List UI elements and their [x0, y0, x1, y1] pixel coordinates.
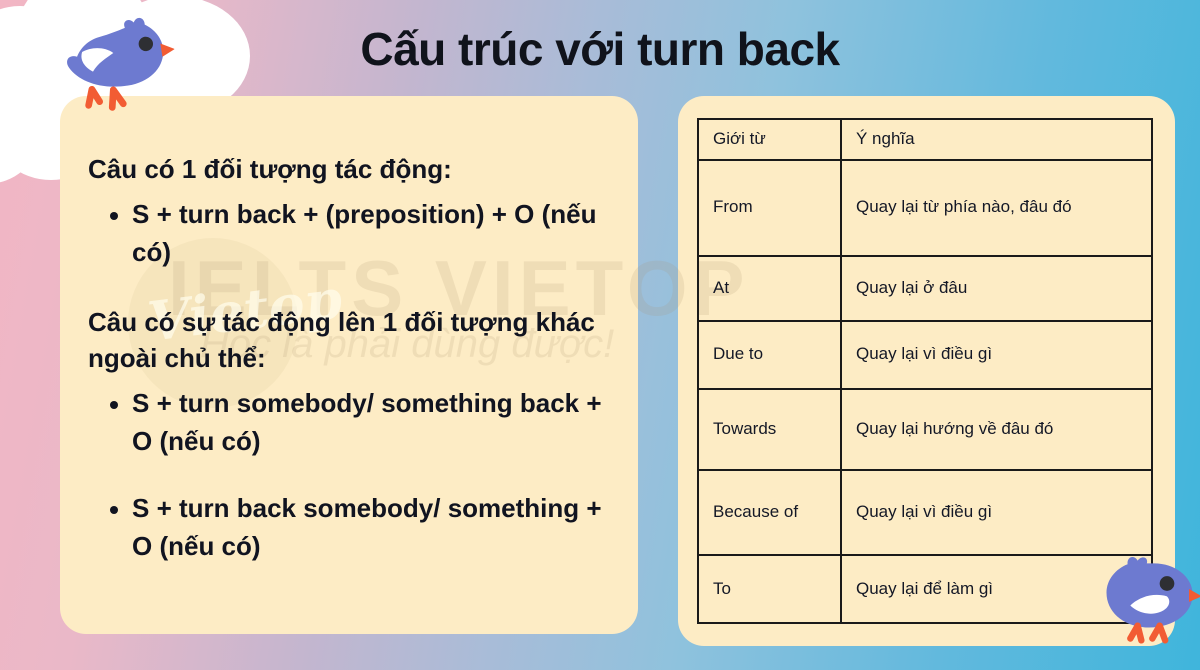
cell-meaning: Quay lại vì điều gì: [840, 320, 1153, 390]
list-item: S + turn somebody/ something back + O (n…: [88, 385, 618, 460]
slide-canvas: Cấu trúc với turn back IELTS VIETOP Học …: [0, 0, 1200, 670]
structures-content: Câu có 1 đối tượng tác động: S + turn ba…: [88, 152, 618, 566]
table-row: To Quay lại để làm gì: [697, 554, 1153, 624]
cell-preposition: Towards: [697, 387, 842, 472]
column-header-preposition: Giới từ: [697, 118, 842, 161]
section-two-heading: Câu có sự tác động lên 1 đối tượng khác …: [88, 307, 595, 374]
section-two-bullets: S + turn somebody/ something back + O (n…: [88, 385, 618, 566]
table-row: At Quay lại ở đâu: [697, 254, 1153, 323]
table-header-row: Giới từ Ý nghĩa: [697, 118, 1153, 161]
prepositions-table: Giới từ Ý nghĩa From Quay lại từ phía nà…: [697, 118, 1153, 624]
list-item: S + turn back somebody/ something + O (n…: [88, 490, 618, 565]
cell-preposition: To: [697, 554, 842, 624]
cell-meaning: Quay lại hướng về đâu đó: [840, 387, 1153, 472]
section-one-heading: Câu có 1 đối tượng tác động:: [88, 154, 452, 184]
cell-preposition: Due to: [697, 320, 842, 390]
section-one: Câu có 1 đối tượng tác động: S + turn ba…: [88, 152, 618, 271]
section-one-bullets: S + turn back + (preposition) + O (nếu c…: [88, 196, 618, 271]
table-row: Because of Quay lại vì điều gì: [697, 469, 1153, 557]
cell-meaning: Quay lại vì điều gì: [840, 469, 1153, 557]
cell-preposition: At: [697, 254, 842, 323]
bird-icon: [1106, 556, 1200, 644]
list-item: S + turn back + (preposition) + O (nếu c…: [88, 196, 618, 271]
section-two: Câu có sự tác động lên 1 đối tượng khác …: [88, 305, 618, 566]
column-header-meaning: Ý nghĩa: [840, 118, 1153, 161]
cell-preposition: From: [697, 158, 842, 257]
page-title: Cấu trúc với turn back: [360, 23, 840, 75]
cell-preposition: Because of: [697, 469, 842, 557]
cell-meaning: Quay lại từ phía nào, đâu đó: [840, 158, 1153, 257]
table-row: Towards Quay lại hướng về đâu đó: [697, 387, 1153, 472]
cell-meaning: Quay lại ở đâu: [840, 254, 1153, 323]
table-row: Due to Quay lại vì điều gì: [697, 320, 1153, 390]
table-row: From Quay lại từ phía nào, đâu đó: [697, 158, 1153, 257]
bird-icon: [67, 18, 175, 111]
